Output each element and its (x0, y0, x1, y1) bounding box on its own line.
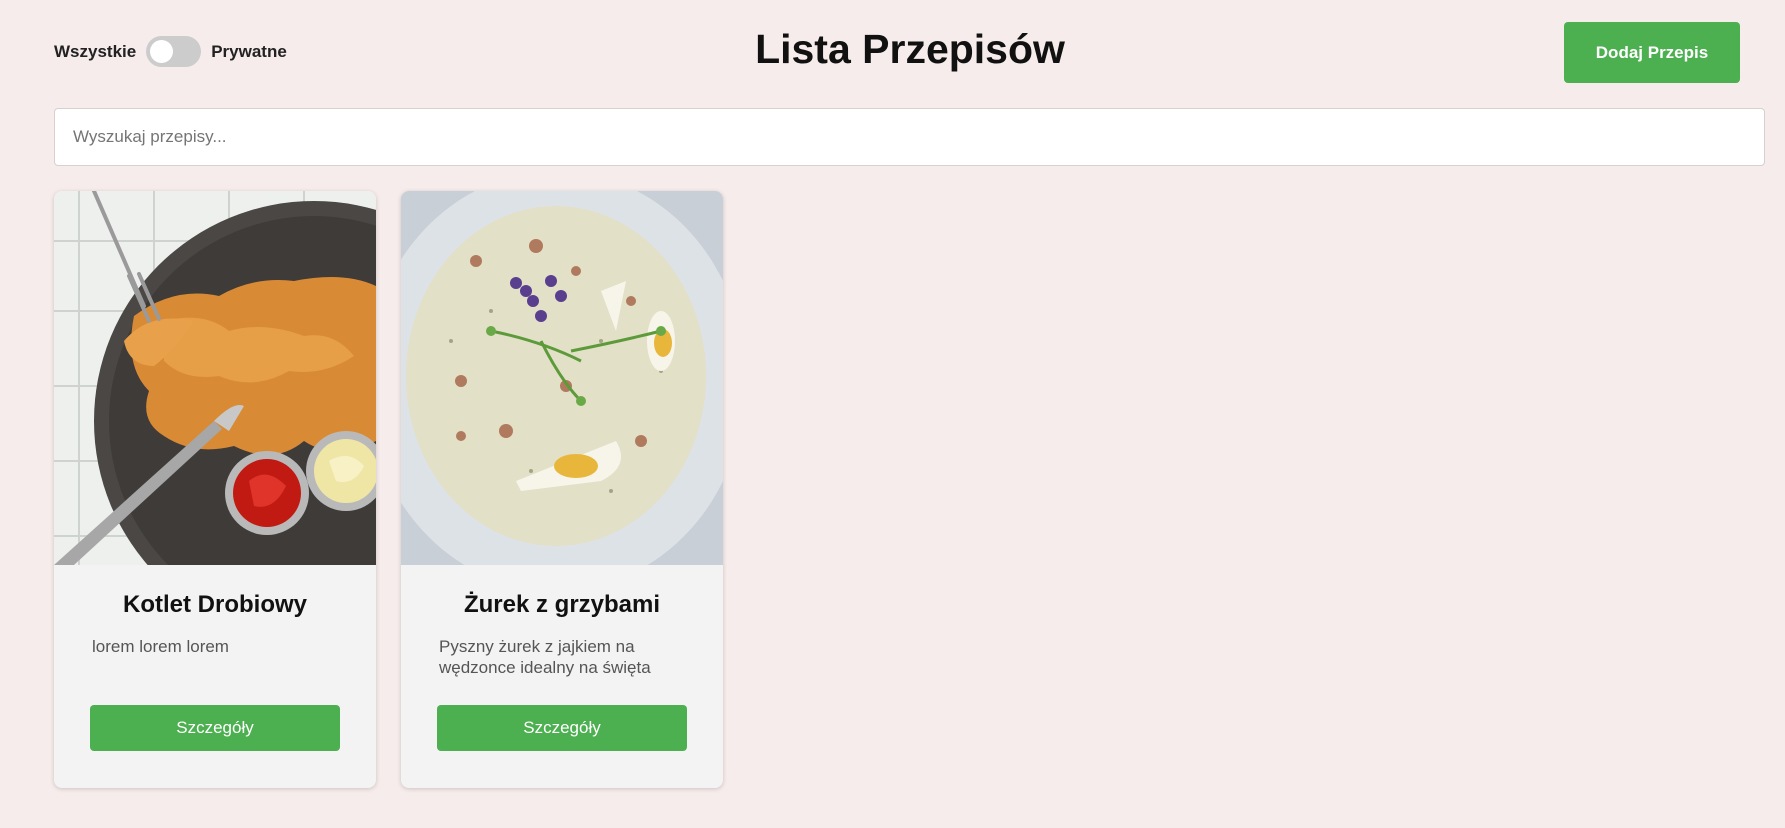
recipe-title: Kotlet Drobiowy (123, 591, 307, 618)
recipe-description: Pyszny żurek z jajkiem na wędzonce ideal… (439, 637, 651, 677)
recipe-details-button[interactable]: Szczegóły (437, 705, 687, 751)
recipe-title: Żurek z grzybami (463, 591, 661, 618)
recipe-details-button[interactable]: Szczegóły (90, 705, 340, 751)
add-recipe-button[interactable]: Dodaj Przepis (1564, 22, 1740, 83)
recipe-list: Kotlet Drobiowy lorem lorem lorem Szczeg… (54, 191, 723, 788)
recipe-card: Kotlet Drobiowy lorem lorem lorem Szczeg… (54, 191, 376, 788)
top-bar: Wszystkie Prywatne Lista Przepisów Dodaj… (0, 0, 1785, 100)
page-title: Lista Przepisów (755, 26, 1065, 72)
recipe-image-zurek (401, 191, 723, 565)
recipe-description: lorem lorem lorem (92, 637, 229, 656)
search-input[interactable] (54, 108, 1765, 166)
recipe-card: Żurek z grzybami Pyszny żurek z jajkiem … (401, 191, 723, 788)
recipe-image-kotlet (54, 191, 376, 565)
